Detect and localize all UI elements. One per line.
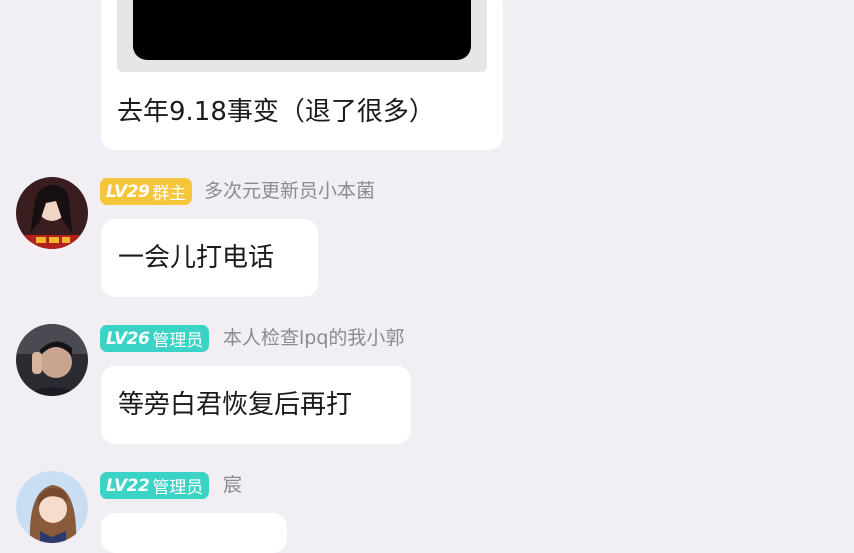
message-bubble[interactable]: 一会儿打电话 xyxy=(101,219,318,297)
role-label: 管理员 xyxy=(152,478,204,498)
level-badge: LV26 管理员 xyxy=(100,325,210,352)
person-photo-avatar-icon xyxy=(16,324,88,396)
message-bubble[interactable] xyxy=(101,513,287,553)
image-caption: 去年9.18事变（退了很多） xyxy=(117,97,435,127)
level-badge: LV29 群主 xyxy=(100,178,193,205)
avatar[interactable] xyxy=(16,324,88,396)
anime-character-avatar-icon xyxy=(16,471,88,543)
level-badge: LV22 管理员 xyxy=(100,472,210,499)
sender-nickname[interactable]: 本人检查lpq的我小郭 xyxy=(223,325,404,352)
avatar[interactable] xyxy=(16,471,88,543)
role-label: 群主 xyxy=(152,184,187,204)
level-label: LV26 xyxy=(106,328,150,349)
level-label: LV29 xyxy=(106,181,150,202)
message-text: 一会儿打电话 xyxy=(118,243,275,273)
role-label: 管理员 xyxy=(152,331,204,351)
sender-nickname[interactable]: 多次元更新员小本菌 xyxy=(204,178,375,205)
level-label: LV22 xyxy=(106,475,150,496)
message-image[interactable] xyxy=(133,0,471,60)
avatar[interactable] xyxy=(16,177,88,249)
sender-nickname[interactable]: 宸 xyxy=(223,472,242,499)
message-bubble[interactable]: 等旁白君恢复后再打 xyxy=(101,366,411,444)
anime-girl-avatar-icon xyxy=(16,177,88,249)
message-text: 等旁白君恢复后再打 xyxy=(118,390,353,420)
